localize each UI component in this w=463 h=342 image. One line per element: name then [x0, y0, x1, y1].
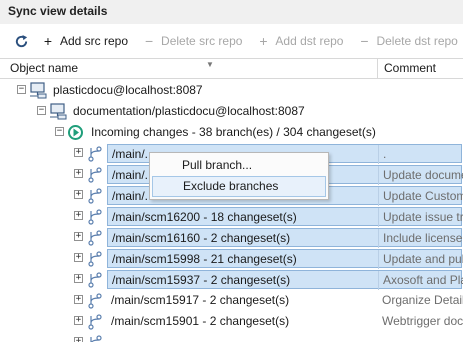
add-src-repo-label: Add src repo [60, 34, 129, 48]
branch-comment: Update issue tra [383, 210, 463, 224]
branch-cell: /main/scm15998 - 21 changeset(s) Update … [107, 249, 463, 269]
column-divider [378, 187, 379, 206]
branch-comment: Update Custom [383, 189, 463, 203]
branch-comment: Axosoft and Pla [383, 273, 463, 287]
column-comment[interactable]: Comment [379, 59, 463, 78]
branch-comment: Include license [383, 231, 463, 245]
branch-name: /main/scm15901 - 2 changeset(s) [111, 314, 290, 328]
column-object-name[interactable]: Object name [0, 59, 378, 78]
branch-icon [88, 251, 102, 267]
column-divider [378, 250, 379, 269]
delete-dst-repo-button[interactable]: − Delete dst repo [357, 30, 457, 52]
branch-icon [88, 230, 102, 246]
branch-icon [88, 293, 102, 309]
delete-src-repo-label: Delete src repo [161, 34, 243, 48]
refresh-button[interactable] [14, 30, 29, 52]
branch-icon [88, 146, 102, 162]
branch-row-partial[interactable]: + [0, 332, 463, 342]
branch-name: /main/scm15917 - 2 changeset(s) [111, 293, 290, 307]
branch-row[interactable]: + /main/scm15998 - 21 changeset(s) Updat… [0, 248, 463, 269]
tree-row-incoming[interactable]: − Incoming changes - 38 branch(es) / 304… [0, 122, 463, 143]
repository-icon [50, 103, 67, 120]
expand-icon[interactable]: + [74, 169, 83, 178]
server-icon [30, 82, 47, 99]
expand-icon[interactable]: + [74, 337, 83, 342]
branch-name: /main/scm16200 - 18 changeset(s) [112, 210, 297, 224]
branch-cell: /main/scm15937 - 2 changeset(s) Axosoft … [107, 270, 463, 290]
toolbar: + Add src repo − Delete src repo + Add d… [0, 28, 463, 54]
branch-name: /main/scm16160 - 2 changeset(s) [112, 231, 291, 245]
refresh-icon [15, 34, 28, 47]
branch-icon [90, 335, 102, 342]
column-object-name-label: Object name [10, 61, 79, 75]
branch-cell: /main/scm16200 - 18 changeset(s) Update … [107, 207, 463, 227]
column-header: Object name ▼ Comment [0, 58, 463, 79]
branch-comment: Webtrigger doc [382, 314, 463, 328]
minus-icon: − [144, 33, 154, 49]
repository-label: documentation/plasticdocu@localhost:8087 [73, 104, 305, 118]
window-title: Sync view details [0, 0, 463, 24]
delete-src-repo-button[interactable]: − Delete src repo [142, 30, 242, 52]
column-comment-label: Comment [384, 61, 437, 75]
sync-tree: − plasticdocu@localhost:8087 − documenta… [0, 80, 463, 342]
incoming-changes-icon [68, 125, 83, 140]
context-menu: Pull branch... Exclude branches [149, 152, 329, 200]
expand-icon[interactable]: + [74, 190, 83, 199]
branch-name: /main/scm15937 - 2 changeset(s) [112, 273, 291, 287]
branch-cell: /main/scm15901 - 2 changeset(s) Webtrigg… [107, 312, 463, 331]
sort-descending-icon: ▼ [206, 60, 214, 69]
branch-icon [88, 314, 102, 330]
column-divider [378, 166, 379, 185]
expand-icon[interactable]: + [74, 232, 83, 241]
delete-dst-repo-label: Delete dst repo [376, 34, 458, 48]
branch-row[interactable]: + /main/scm15901 - 2 changeset(s) Webtri… [0, 311, 463, 332]
collapse-icon[interactable]: − [37, 106, 46, 115]
server-label: plasticdocu@localhost:8087 [53, 83, 203, 97]
branch-cell: /main/scm16160 - 2 changeset(s) Include … [107, 228, 463, 248]
branch-cell: /main/scm15917 - 2 changeset(s) Organize… [107, 291, 463, 310]
branch-name: /main/scm15998 - 21 changeset(s) [112, 252, 297, 266]
plus-icon: + [259, 33, 268, 49]
tree-row-server[interactable]: − plasticdocu@localhost:8087 [0, 80, 463, 101]
tree-row-repository[interactable]: − documentation/plasticdocu@localhost:80… [0, 101, 463, 122]
branch-row[interactable]: + /main/scm15937 - 2 changeset(s) Axosof… [0, 269, 463, 290]
expand-icon[interactable]: + [74, 148, 83, 157]
add-src-repo-button[interactable]: + Add src repo [41, 30, 128, 52]
expand-icon[interactable]: + [74, 253, 83, 262]
column-divider [378, 229, 379, 248]
branch-comment: Organize Detail [382, 293, 463, 307]
branch-icon [88, 188, 102, 204]
column-divider [378, 271, 379, 290]
collapse-icon[interactable]: − [17, 85, 26, 94]
exclude-branches-menu-item[interactable]: Exclude branches [152, 176, 326, 197]
branch-comment: Update docume [383, 168, 463, 182]
plus-icon: + [43, 33, 53, 49]
expand-icon[interactable]: + [74, 295, 83, 304]
branch-icon [88, 272, 102, 288]
branch-icon [88, 209, 102, 225]
branch-comment: . [383, 147, 387, 161]
column-divider [378, 145, 379, 164]
pull-branch-menu-item[interactable]: Pull branch... [152, 155, 326, 176]
expand-icon[interactable]: + [74, 274, 83, 283]
branch-row[interactable]: + /main/scm16160 - 2 changeset(s) Includ… [0, 227, 463, 248]
branch-icon [88, 167, 102, 183]
minus-icon: − [360, 33, 369, 49]
add-dst-repo-label: Add dst repo [275, 34, 344, 48]
branch-comment: Update and pub [383, 252, 463, 266]
expand-icon[interactable]: + [74, 316, 83, 325]
branch-row[interactable]: + /main/scm15917 - 2 changeset(s) Organi… [0, 290, 463, 311]
expand-icon[interactable]: + [74, 211, 83, 220]
incoming-label: Incoming changes - 38 branch(es) / 304 c… [91, 125, 376, 139]
column-divider [378, 208, 379, 227]
collapse-icon[interactable]: − [55, 127, 64, 136]
branch-row[interactable]: + /main/scm16200 - 18 changeset(s) Updat… [0, 206, 463, 227]
add-dst-repo-button[interactable]: + Add dst repo [256, 30, 343, 52]
